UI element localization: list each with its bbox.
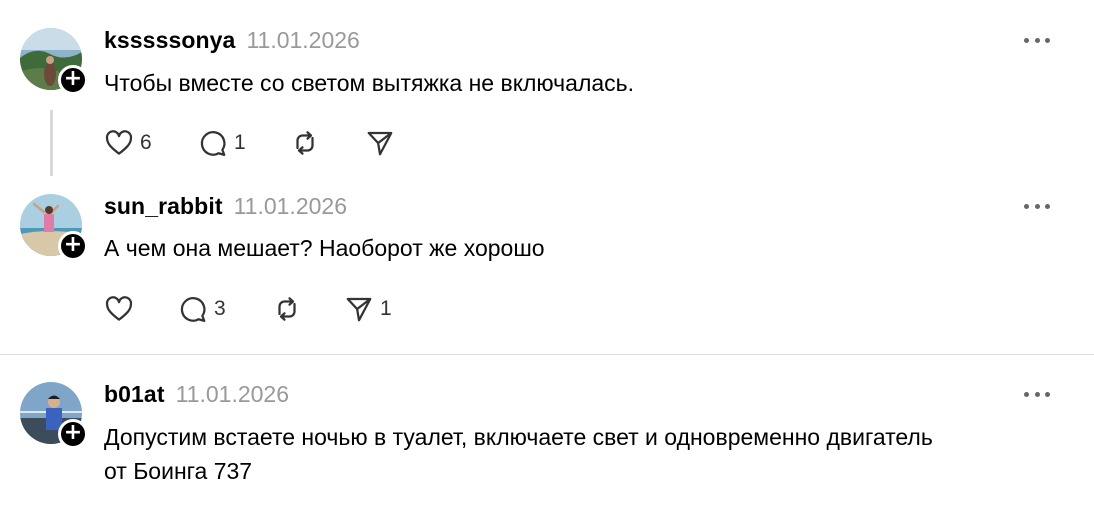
- post-text: Чтобы вместе со светом вытяжка не включа…: [104, 70, 635, 96]
- like-button[interactable]: 6: [104, 125, 152, 161]
- username[interactable]: b01at: [104, 381, 165, 408]
- post-header: ksssssonya 11.01.2026: [104, 27, 360, 57]
- share-button[interactable]: 1: [344, 291, 392, 327]
- post-date[interactable]: 11.01.2026: [246, 27, 359, 54]
- share-button[interactable]: [365, 125, 395, 161]
- send-icon: [346, 297, 372, 322]
- panel-corner: [1063, 0, 1094, 41]
- like-count: 6: [140, 131, 152, 154]
- comment-icon: [180, 297, 206, 322]
- repost-icon: [278, 297, 296, 321]
- avatar[interactable]: +: [20, 194, 88, 261]
- username[interactable]: sun_rabbit: [104, 193, 223, 220]
- like-button[interactable]: [104, 291, 140, 327]
- heart-icon: [105, 296, 133, 321]
- post-date[interactable]: 11.01.2026: [176, 381, 289, 408]
- post-text-line-1: Допустим встаете ночью в туалет, включае…: [104, 424, 933, 450]
- follow-plus-icon[interactable]: +: [58, 65, 88, 95]
- repost-button[interactable]: [290, 125, 320, 161]
- repost-icon: [296, 131, 314, 155]
- reply-count: 3: [214, 297, 226, 320]
- share-count: 1: [380, 297, 392, 320]
- comment-icon: [200, 131, 226, 156]
- more-icon[interactable]: [1024, 389, 1050, 399]
- more-icon[interactable]: [1024, 35, 1050, 45]
- reply-button[interactable]: 3: [178, 291, 226, 327]
- post-text-line-2: от Боинга 737: [104, 458, 253, 484]
- post-header: sun_rabbit 11.01.2026: [104, 193, 347, 223]
- username[interactable]: ksssssonya: [104, 27, 235, 54]
- heart-icon: [105, 130, 133, 155]
- more-icon[interactable]: [1024, 201, 1050, 211]
- avatar[interactable]: +: [20, 28, 88, 95]
- post-text: Допустим встаете ночью в туалет, включае…: [104, 420, 1064, 488]
- reply-count: 1: [234, 131, 246, 154]
- repost-button[interactable]: [272, 291, 302, 327]
- follow-plus-icon[interactable]: +: [58, 419, 88, 449]
- divider: [0, 354, 1094, 355]
- avatar[interactable]: +: [20, 382, 88, 449]
- reply-button[interactable]: 1: [198, 125, 246, 161]
- send-icon: [367, 131, 393, 156]
- follow-plus-icon[interactable]: +: [58, 231, 88, 261]
- thread-line: [50, 110, 53, 176]
- post-text: А чем она мешает? Наоборот же хорошо: [104, 235, 545, 261]
- post-header: b01at 11.01.2026: [104, 381, 289, 411]
- post-date[interactable]: 11.01.2026: [234, 193, 347, 220]
